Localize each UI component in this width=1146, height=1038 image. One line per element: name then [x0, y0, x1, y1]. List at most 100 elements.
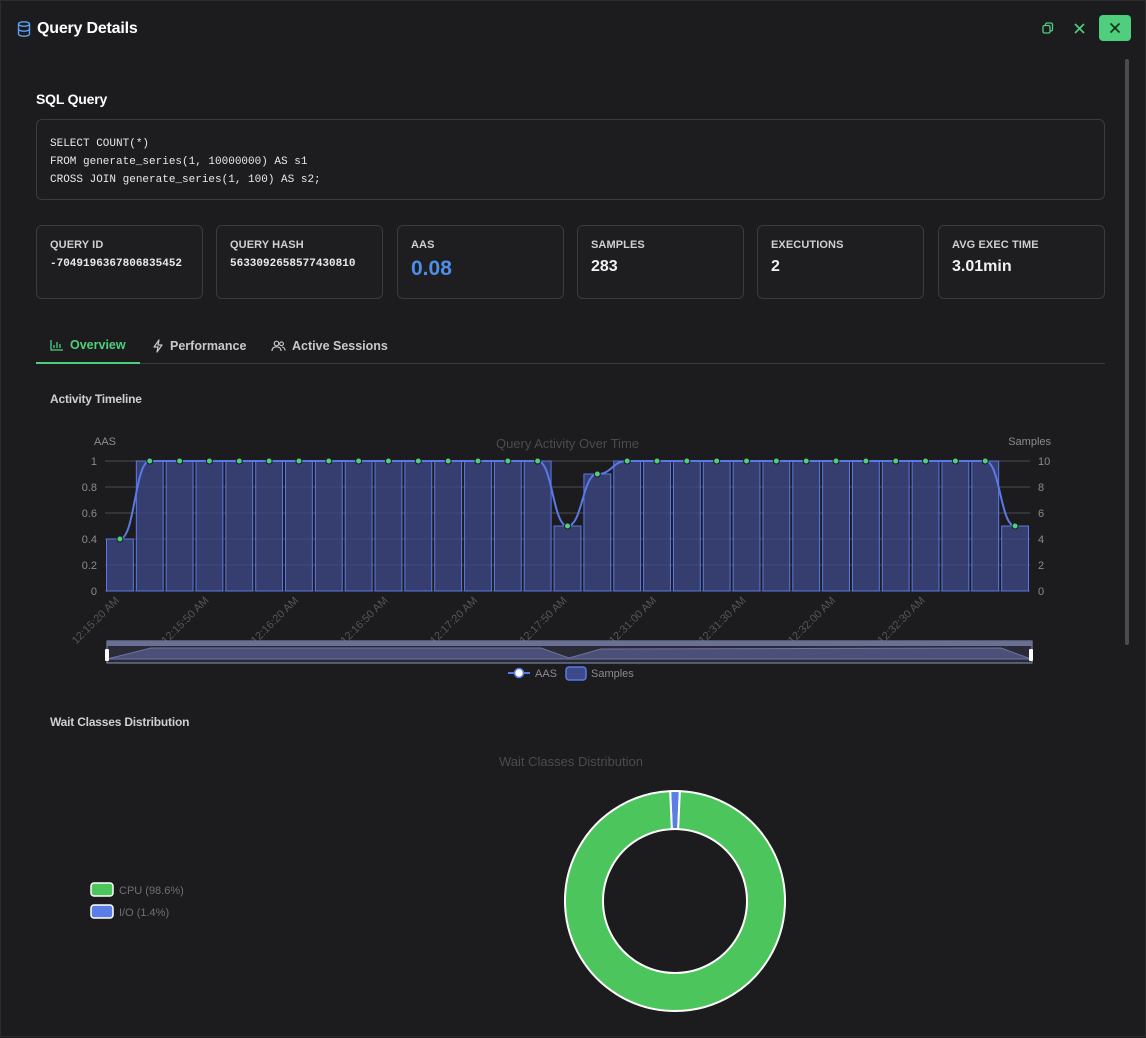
- close-icon: [1109, 22, 1121, 34]
- aas-point: [772, 457, 780, 465]
- samples-bar: [255, 460, 284, 592]
- x-tick-label: 12:31:30 AM: [696, 595, 748, 647]
- samples-bar: [851, 460, 880, 592]
- aas-point: [355, 457, 363, 465]
- card-label: QUERY HASH: [230, 239, 304, 251]
- aas-point: [653, 457, 661, 465]
- aas-point: [534, 457, 542, 465]
- tab-overview[interactable]: Overview: [36, 327, 140, 364]
- card-query-hash: QUERY HASH 5633092658577430810: [216, 225, 383, 299]
- wait-classes-heading: Wait Classes Distribution: [50, 715, 190, 729]
- sql-query-box: SELECT COUNT(*) FROM generate_series(1, …: [36, 119, 1105, 200]
- aas-point: [474, 457, 482, 465]
- samples-bar: [613, 460, 642, 592]
- y-right-tick: 10: [1038, 456, 1050, 468]
- y-right-tick: 2: [1038, 560, 1044, 572]
- sql-line: CROSS JOIN generate_series(1, 100) AS s2…: [50, 174, 321, 186]
- x-tick-label: 12:32:00 AM: [786, 595, 838, 647]
- y-right-tick: 4: [1038, 534, 1044, 546]
- x-tick-label: 12:16:20 AM: [249, 595, 301, 647]
- samples-bar: [643, 460, 671, 592]
- sql-query-heading: SQL Query: [36, 91, 108, 107]
- scrollbar[interactable]: [1125, 59, 1129, 645]
- x-tick-label: 12:31:00 AM: [607, 595, 659, 647]
- modal-title: Query Details: [37, 20, 138, 37]
- card-label: QUERY ID: [50, 239, 104, 251]
- aas-point: [713, 457, 721, 465]
- y-left-tick: 1: [91, 456, 97, 468]
- card-value: 283: [591, 258, 618, 275]
- y-left-axis-label: AAS: [94, 436, 116, 448]
- bar-chart-icon: [50, 339, 63, 351]
- tab-performance[interactable]: Performance: [152, 327, 246, 364]
- wait-classes-chart: Wait Classes Distribution CPU (98.6%) I/O …: [90, 754, 786, 1012]
- samples-bar: [702, 460, 731, 592]
- y-right-tick: 6: [1038, 508, 1044, 520]
- samples-bar: [881, 460, 910, 592]
- y-right-axis-label: Samples: [1008, 436, 1051, 448]
- samples-bar: [135, 460, 164, 592]
- tab-bar: Overview Performance Active Sessions: [36, 327, 1105, 364]
- aas-point: [146, 457, 154, 465]
- aas-point: [832, 457, 840, 465]
- y-left-tick: 0.2: [82, 560, 97, 572]
- samples-bar: [225, 460, 254, 592]
- card-query-id: QUERY ID -7049196367806835452: [36, 225, 203, 299]
- legend-swatch: [90, 882, 114, 897]
- aas-point: [564, 522, 571, 530]
- samples-bar: [434, 460, 463, 592]
- chart-title: Wait Classes Distribution: [499, 754, 643, 769]
- card-executions: EXECUTIONS 2: [757, 225, 924, 299]
- copy-icon: [1042, 22, 1054, 34]
- aas-point: [265, 457, 273, 465]
- database-icon: [17, 21, 31, 37]
- close-icon: [1073, 22, 1085, 34]
- aas-point: [325, 457, 333, 465]
- y-right-tick: 0: [1038, 586, 1044, 598]
- aas-point: [593, 470, 601, 478]
- legend-aas-marker: [513, 667, 525, 679]
- zoom-handle-left: [105, 649, 109, 661]
- stats-cards: QUERY ID -7049196367806835452 QUERY HASH…: [36, 225, 1105, 299]
- samples-bar: [464, 460, 492, 592]
- aas-point: [683, 457, 691, 465]
- y-right-tick: 8: [1038, 482, 1044, 494]
- tab-label: Performance: [170, 338, 247, 353]
- users-icon: [271, 340, 286, 351]
- card-label: SAMPLES: [591, 239, 645, 251]
- samples-bar: [314, 460, 343, 592]
- sql-line: FROM generate_series(1, 10000000) AS s1: [50, 156, 308, 168]
- card-value: -7049196367806835452: [50, 258, 183, 270]
- aas-point: [623, 457, 631, 465]
- card-value: 0.08: [411, 257, 452, 280]
- card-label: AVG EXEC TIME: [952, 239, 1039, 251]
- samples-bar: [344, 460, 373, 592]
- chart-title: Query Activity Over Time: [496, 436, 639, 451]
- y-left-tick: 0.8: [82, 482, 97, 494]
- card-value: 5633092658577430810: [230, 258, 356, 270]
- samples-bar: [911, 460, 940, 592]
- samples-bar: [971, 460, 1000, 592]
- close-button[interactable]: [1099, 15, 1131, 41]
- x-tick-label: 12:16:50 AM: [338, 595, 390, 647]
- samples-bar: [523, 460, 552, 592]
- samples-bar: [822, 460, 850, 592]
- aas-point: [384, 457, 392, 465]
- aas-point: [743, 457, 751, 465]
- samples-bar: [1001, 525, 1030, 592]
- card-value: 2: [771, 258, 780, 275]
- aas-point: [414, 457, 422, 465]
- card-value: 3.01min: [952, 258, 1012, 275]
- samples-bar: [195, 460, 224, 592]
- tab-active-sessions[interactable]: Active Sessions: [271, 327, 388, 364]
- tab-label: Overview: [70, 337, 126, 352]
- close-icon-button[interactable]: [1068, 17, 1090, 39]
- aas-point: [176, 457, 184, 465]
- x-tick-label: 12:17:50 AM: [517, 595, 569, 647]
- legend-label: I/O (1.4%): [119, 907, 169, 919]
- card-label: EXECUTIONS: [771, 239, 844, 251]
- zoom-slider-bar: [107, 641, 1032, 646]
- samples-bar: [792, 460, 821, 592]
- samples-bar: [762, 460, 791, 592]
- copy-button[interactable]: [1037, 17, 1059, 39]
